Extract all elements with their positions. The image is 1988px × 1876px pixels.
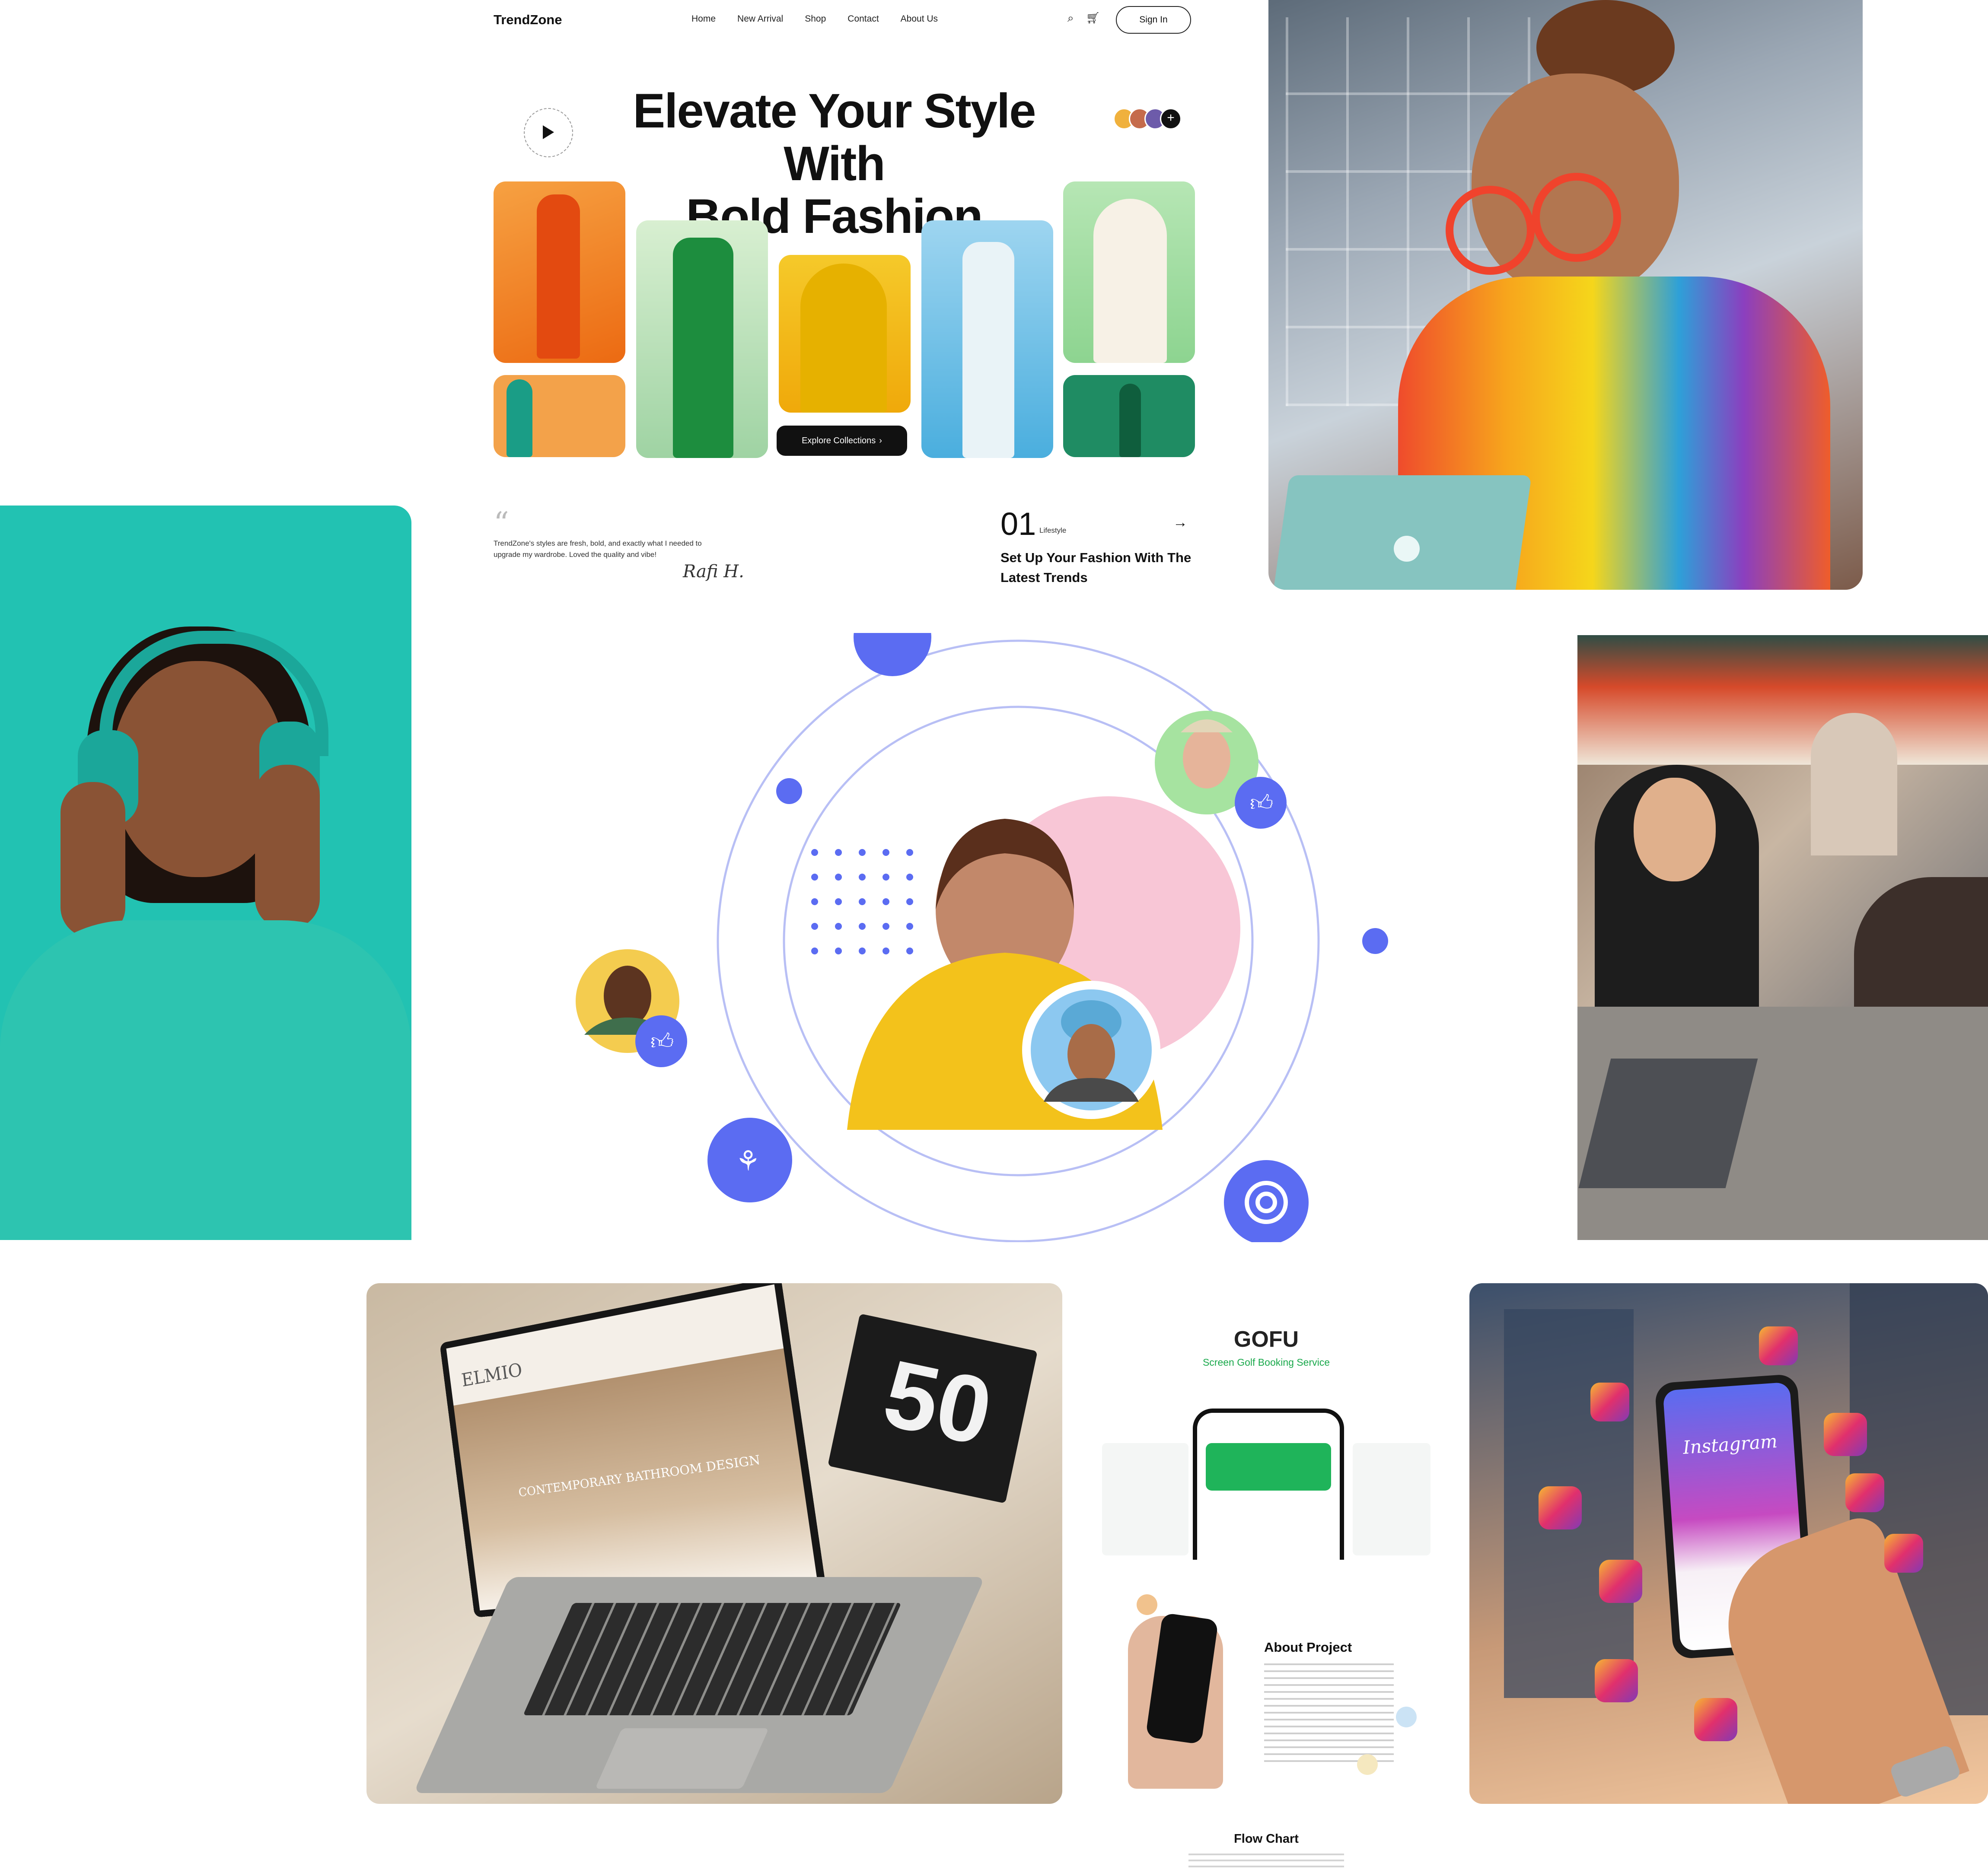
model-figure — [962, 242, 1014, 458]
site-banner: CONTEMPORARY BATHROOM DESIGN — [518, 1452, 761, 1499]
plus-icon[interactable]: + — [1160, 108, 1182, 130]
green-card — [1206, 1443, 1331, 1491]
orbit-graphic — [536, 633, 1435, 1242]
person-back — [1811, 713, 1897, 855]
feature-tag: Lifestyle — [1039, 526, 1066, 535]
nav-item-contact[interactable]: Contact — [847, 14, 879, 24]
apple-logo-icon — [1394, 536, 1420, 562]
model-figure — [537, 194, 580, 359]
flow-chart-text — [1188, 1854, 1344, 1869]
hand-left — [61, 782, 125, 938]
fashion-card-blue[interactable] — [921, 220, 1053, 458]
flow-chart-heading: Flow Chart — [1102, 1832, 1430, 1846]
nav-item-about-us[interactable]: About Us — [901, 14, 938, 24]
trendzone-website-mockup: TrendZone Home New Arrival Shop Contact … — [488, 0, 1206, 596]
keyboard — [523, 1603, 902, 1715]
thumbs-up-icon: 👍︎ — [650, 1028, 674, 1055]
arrow-right-icon[interactable]: → — [1173, 514, 1188, 531]
search-icon[interactable]: ⌕ — [1067, 11, 1074, 25]
twitter-icon — [1599, 1560, 1642, 1603]
fashion-card-orange[interactable] — [494, 181, 625, 363]
main-nav: Home New Arrival Shop Contact About Us — [691, 14, 938, 24]
fashion-card-small-orange[interactable] — [494, 375, 625, 457]
instagram-icon — [1539, 1486, 1582, 1529]
about-project-text — [1264, 1663, 1394, 1763]
feature-number: 01 — [1000, 506, 1036, 542]
instagram-icon — [1590, 1383, 1629, 1421]
testimonial-text: TrendZone's styles are fresh, bold, and … — [494, 538, 718, 560]
laptop — [1273, 475, 1532, 590]
background-wall — [1577, 635, 1988, 765]
website-screenshot: ELMIO CONTEMPORARY BATHROOM DESIGN — [446, 1285, 817, 1611]
photo-laptop-mockup: 50 ELMIO CONTEMPORARY BATHROOM DESIGN — [366, 1283, 1062, 1804]
sweatshirt — [0, 920, 411, 1240]
screen-right — [1353, 1443, 1430, 1555]
sign-in-button[interactable]: Sign In — [1116, 6, 1191, 34]
illustration-girl-laptop — [1268, 0, 1863, 590]
feature-title: Set Up Your Fashion With The Latest Tren… — [1000, 548, 1204, 588]
model-figure — [673, 238, 733, 458]
avatar — [1396, 1707, 1417, 1727]
model-figure — [507, 379, 532, 457]
gofu-subtitle: Screen Golf Booking Service — [1102, 1357, 1430, 1368]
gofu-title: GOFU — [1102, 1326, 1430, 1352]
trackpad — [595, 1728, 769, 1789]
hand-right — [255, 765, 320, 929]
glasses-right — [1532, 173, 1621, 262]
profile-icon — [1694, 1698, 1737, 1741]
model-figure — [1119, 384, 1141, 457]
about-project-heading: About Project — [1264, 1640, 1352, 1655]
fashion-card-mint[interactable] — [1063, 181, 1195, 363]
site-logo: ELMIO — [460, 1359, 523, 1391]
testimonial-signature: Rafi H. — [683, 562, 744, 582]
glasses-left — [1446, 186, 1535, 275]
nav-item-new-arrival[interactable]: New Arrival — [737, 14, 783, 24]
photo-students-collaborating — [1577, 635, 1988, 1240]
fashion-card-green[interactable] — [636, 220, 768, 458]
hero-heading: Elevate Your Style With Bold Fashion — [592, 85, 1076, 243]
photo-woman-headphones — [0, 506, 411, 1240]
instagram-wordmark: Instagram — [1666, 1429, 1794, 1459]
nav-item-home[interactable]: Home — [691, 14, 716, 24]
nav-item-shop[interactable]: Shop — [805, 14, 826, 24]
fashion-card-teal[interactable] — [1063, 375, 1195, 457]
explore-collections-label: Explore Collections — [802, 436, 876, 446]
screen-left — [1102, 1443, 1188, 1555]
trendzone-logo[interactable]: TrendZone — [494, 12, 562, 28]
instagram-icon — [1824, 1413, 1867, 1456]
face-left — [1634, 778, 1716, 881]
book-number: 50 — [875, 1338, 1001, 1467]
header-icons: ⌕ 🛒︎ — [1067, 11, 1100, 25]
twitter-icon — [1759, 1326, 1798, 1365]
illustration-instagram-phone: Instagram — [1469, 1283, 1988, 1804]
hero-line-1: Elevate Your Style With — [592, 85, 1076, 190]
chevron-right-icon: › — [879, 436, 882, 446]
sprout-icon: ⚘ — [736, 1145, 760, 1177]
fashion-card-yellow[interactable] — [779, 255, 911, 413]
model-figure — [1093, 199, 1167, 363]
instagram-icon — [1884, 1534, 1923, 1573]
phone-screen-main — [1193, 1409, 1344, 1560]
laptop-screen: ELMIO CONTEMPORARY BATHROOM DESIGN — [440, 1283, 826, 1618]
explore-collections-button[interactable]: Explore Collections › — [777, 426, 907, 456]
twitter-icon — [1845, 1473, 1884, 1512]
profile-icon — [1595, 1659, 1638, 1702]
social-orbit-illustration: 👍︎ 👍︎ ⚘ — [536, 633, 1435, 1242]
play-video-badge[interactable] — [524, 108, 573, 157]
cart-icon[interactable]: 🛒︎ — [1086, 11, 1100, 25]
gofu-case-study: GOFU Screen Golf Booking Service About P… — [1102, 1305, 1430, 1876]
customer-avatars: + — [1119, 108, 1182, 130]
avatar — [1357, 1754, 1378, 1775]
quote-icon: “ — [494, 506, 509, 541]
thumbs-up-icon: 👍︎ — [1250, 790, 1273, 817]
play-icon — [543, 125, 554, 139]
avatar — [1137, 1594, 1157, 1615]
model-figure — [800, 264, 887, 413]
